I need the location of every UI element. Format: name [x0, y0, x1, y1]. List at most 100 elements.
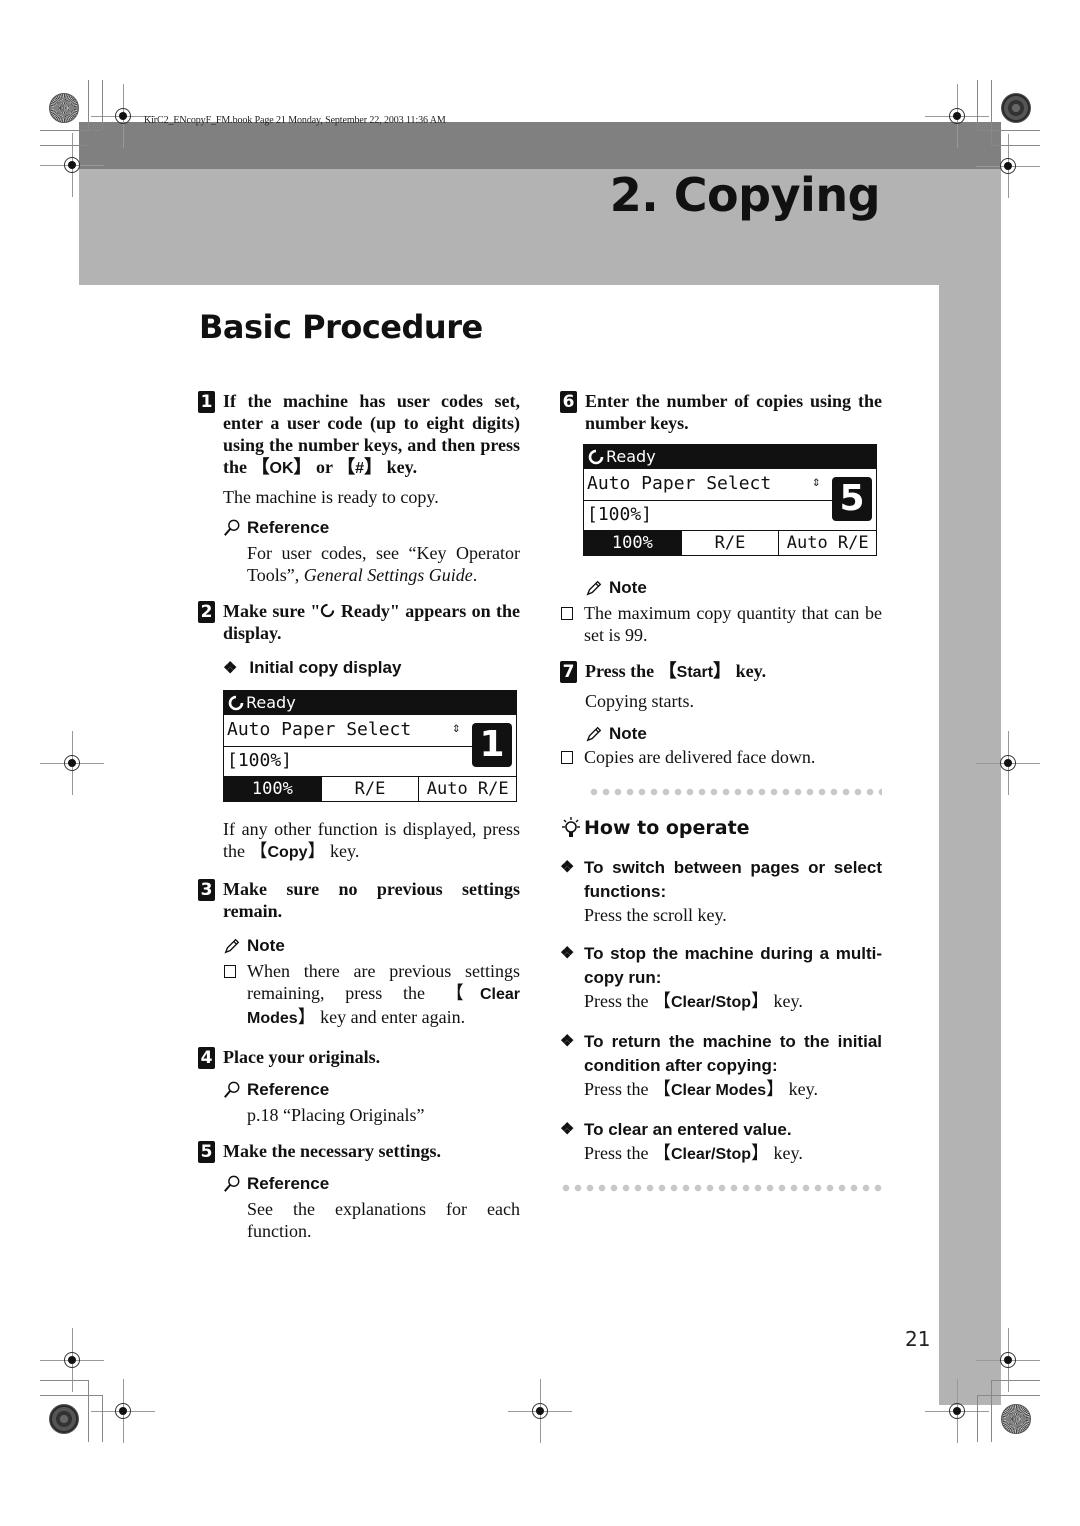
checkbox-bullet-icon: [224, 965, 236, 978]
key-hash: #: [355, 460, 365, 477]
step-4: 4 Place your originals.: [198, 1046, 520, 1069]
registration-mark-icon: [976, 134, 1040, 198]
crop-line: [102, 80, 103, 130]
lcd-tab-auto-re[interactable]: Auto R/E: [418, 777, 516, 801]
key-start: Start: [676, 664, 714, 681]
left-column: 1 If the machine has user codes set, ent…: [198, 390, 520, 1242]
step-number: 5: [198, 1141, 215, 1163]
lcd-display-copies: Ready Auto Paper Select ⇕ [100%] 5 100% …: [583, 444, 877, 556]
scroll-updown-icon: ⇕: [452, 720, 461, 736]
step-number: 4: [198, 1047, 215, 1069]
step-title: Make sure " Ready" appears on the displa…: [223, 601, 520, 643]
registration-mark-icon: [508, 1379, 572, 1443]
note-item: When there are previous settings remaini…: [223, 960, 520, 1030]
registration-mark-icon: [976, 1328, 1040, 1392]
diamond-bullet-icon: ❖: [560, 859, 575, 876]
pencil-note-icon: [586, 580, 602, 596]
chapter-title: 2. Copying: [609, 168, 881, 222]
magnifier-icon: [224, 1081, 240, 1098]
step-body: The machine is ready to copy.: [223, 487, 439, 507]
note-block: Note When there are previous settings re…: [198, 936, 520, 1030]
crop-line: [40, 145, 88, 146]
side-thumb-strip: [939, 285, 1001, 1405]
note-item: The maximum copy quantity that can be se…: [560, 602, 882, 646]
how-item: ❖ To return the machine to the initial co…: [560, 1032, 882, 1100]
step-2: 2 Make sure " Ready" appears on the disp…: [198, 600, 520, 644]
crop-line: [88, 80, 89, 130]
crop-line: [102, 1395, 103, 1442]
pencil-note-icon: [224, 938, 240, 954]
reference-block: Reference For user codes, see “Key Opera…: [198, 518, 520, 586]
print-rosette-icon: [1001, 93, 1031, 123]
reference-block: Reference p.18 “Placing Originals”: [198, 1080, 520, 1126]
step-title: Make the necessary settings.: [223, 1141, 441, 1161]
ready-power-icon: [321, 603, 335, 618]
key-clear-modes: Clear Modes: [671, 1082, 767, 1099]
key-clear-stop: Clear/Stop: [671, 994, 752, 1011]
registration-mark-icon: [40, 133, 104, 197]
lcd-tab-100[interactable]: 100%: [584, 531, 681, 555]
registration-mark-icon: [925, 1379, 989, 1443]
note-block: Note: [560, 578, 882, 598]
checkbox-bullet-icon: [561, 607, 573, 620]
note-item: Copies are delivered face down.: [560, 746, 882, 768]
note-block: Note: [560, 724, 882, 744]
crop-line: [991, 80, 992, 145]
key-ok: OK: [269, 460, 294, 477]
lcd-tab-100[interactable]: 100%: [224, 777, 321, 801]
key-clear-stop: Clear/Stop: [671, 1146, 752, 1163]
lcd-copy-count: 1: [472, 723, 512, 767]
pencil-note-icon: [586, 726, 602, 742]
step-title: If the machine has user codes set, enter…: [223, 391, 520, 478]
step-6: 6 Enter the number of copies using the n…: [560, 390, 882, 434]
diamond-bullet-icon: ❖: [223, 660, 238, 677]
step-7: 7 Press the 【Start】 key.: [560, 660, 882, 684]
key-copy: Copy: [267, 844, 308, 861]
registration-mark-icon: [976, 731, 1040, 795]
crop-line: [40, 130, 102, 131]
note-label: Note: [609, 724, 647, 743]
magnifier-icon: [224, 1175, 240, 1192]
how-item: ❖ To stop the machine during a multi-copy…: [560, 944, 882, 1012]
diamond-bullet-icon: ❖: [560, 1033, 575, 1050]
step-3: 3 Make sure no previous settings remain.: [198, 878, 520, 922]
note-label: Note: [609, 578, 647, 597]
registration-mark-icon: [925, 84, 989, 148]
file-info-header: KirC2_ENcopyF_FM.book Page 21 Monday, Se…: [144, 115, 446, 126]
lcd-ratio: [100%]: [587, 504, 653, 525]
how-to-operate-heading: How to operate: [560, 816, 882, 840]
step-title: Place your originals.: [223, 1047, 381, 1067]
lcd-paper-select: Auto Paper Select: [227, 719, 412, 740]
magnifier-icon: [224, 519, 240, 536]
dotted-divider: [588, 788, 882, 796]
step-number: 3: [198, 879, 215, 901]
registration-mark-icon: [91, 84, 155, 148]
step-body: If any other function is displayed, pres…: [223, 819, 520, 862]
lcd-status: Ready: [246, 693, 296, 712]
subhead-initial-copy-display: ❖ Initial copy display: [223, 658, 402, 677]
scroll-updown-icon: ⇕: [812, 474, 821, 490]
reference-label: Reference: [247, 518, 330, 537]
registration-mark-icon: [40, 1328, 104, 1392]
step-number: 1: [198, 391, 215, 413]
how-item: ❖ To clear an entered value. Press the 【C…: [560, 1120, 803, 1164]
how-item: ❖ To switch between pages or select funct…: [560, 858, 882, 925]
lcd-copy-count: 5: [832, 477, 872, 521]
step-1: 1 If the machine has user codes set, ent…: [198, 390, 520, 480]
lcd-tab-auto-re[interactable]: Auto R/E: [778, 531, 876, 555]
print-rosette-icon: [1001, 1404, 1031, 1434]
crop-line: [991, 1380, 1040, 1381]
reference-text: p.18 “Placing Originals”: [247, 1105, 425, 1125]
crop-line: [88, 1380, 89, 1442]
reference-text: For user codes, see “Key Operator Tools”…: [247, 543, 520, 585]
lcd-tab-re[interactable]: R/E: [680, 531, 779, 555]
lcd-display-initial: Ready Auto Paper Select ⇕ [100%] 1 100% …: [223, 690, 517, 802]
crop-line: [40, 1380, 88, 1381]
checkbox-bullet-icon: [561, 751, 573, 764]
right-column: 6 Enter the number of copies using the n…: [560, 390, 882, 1192]
crop-line: [977, 130, 1040, 131]
registration-mark-icon: [91, 1379, 155, 1443]
header-band-dark: [79, 122, 1001, 169]
lcd-tab-re[interactable]: R/E: [320, 777, 419, 801]
note-label: Note: [247, 936, 285, 955]
